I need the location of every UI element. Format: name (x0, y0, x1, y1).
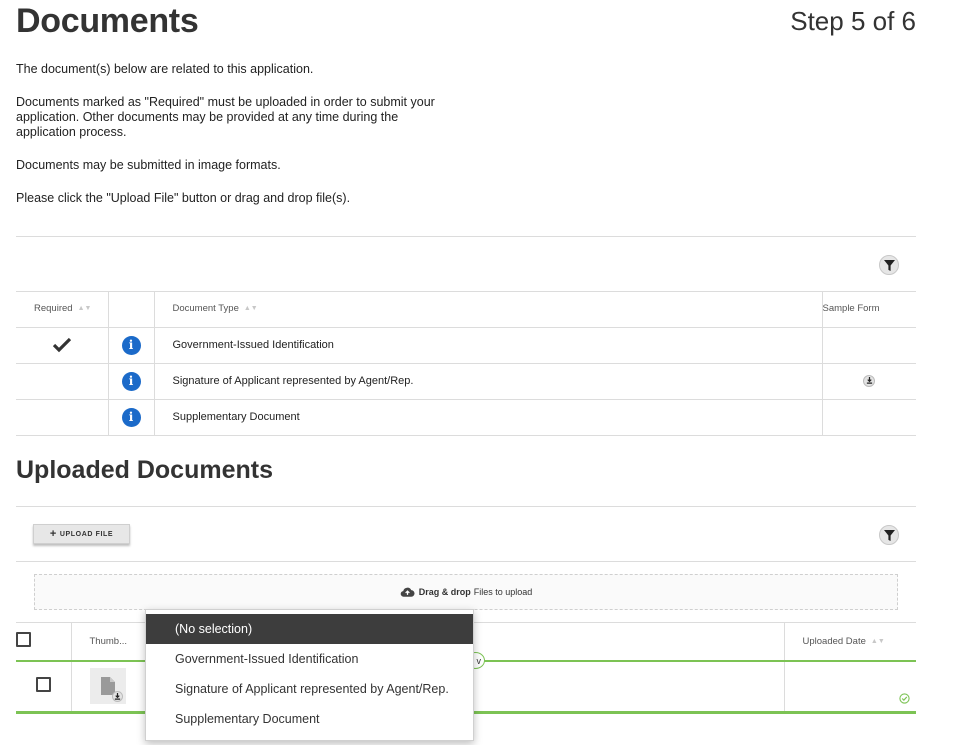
info-cell: i (108, 327, 155, 364)
document-type-dropdown[interactable]: (No selection) Government-Issued Identif… (145, 609, 474, 741)
column-info (108, 291, 155, 328)
intro-paragraph: Documents marked as "Required" must be u… (16, 95, 435, 139)
table-header-row: Required ▲▼ Document Type ▲▼ Sample Form (16, 291, 916, 328)
divider (16, 236, 916, 237)
divider (16, 561, 916, 562)
select-all-cell (16, 622, 72, 662)
dropdown-option-no-selection[interactable]: (No selection) (146, 614, 473, 644)
intro-paragraph: Documents may be submitted in image form… (16, 158, 281, 172)
sample-form-cell (822, 399, 916, 436)
sample-form-cell (822, 363, 916, 400)
info-icon[interactable]: i (121, 335, 141, 355)
info-icon[interactable]: i (121, 371, 141, 391)
intro-text: The document(s) below are related to thi… (16, 62, 456, 224)
sort-icon: ▲▼ (870, 637, 885, 645)
required-cell (16, 399, 109, 436)
document-type-cell: Government-Issued Identification (154, 327, 823, 364)
download-file-button[interactable] (111, 691, 123, 703)
dropdown-option-signature[interactable]: Signature of Applicant represented by Ag… (146, 674, 473, 704)
uploaded-documents-title: Uploaded Documents (16, 456, 273, 484)
download-icon (866, 377, 872, 384)
required-documents-table: Required ▲▼ Document Type ▲▼ Sample Form i… (16, 291, 916, 436)
required-cell (16, 363, 109, 400)
column-label: Uploaded Date (802, 635, 866, 647)
filter-icon (883, 259, 895, 271)
select-cell (16, 660, 72, 714)
filter-button[interactable] (879, 255, 899, 275)
upload-file-button[interactable]: + UPLOAD FILE (33, 524, 130, 544)
dropdown-option-supplementary[interactable]: Supplementary Document (146, 704, 473, 734)
upload-button-label: UPLOAD FILE (59, 530, 114, 538)
sort-icon: ▲▼ (243, 305, 258, 313)
filter-button[interactable] (879, 525, 899, 545)
file-thumbnail[interactable] (89, 668, 126, 705)
column-required[interactable]: Required ▲▼ (16, 291, 109, 328)
download-icon (114, 693, 120, 700)
dropdown-option-government-id[interactable]: Government-Issued Identification (146, 644, 473, 674)
document-type-cell: Signature of Applicant represented by Ag… (154, 363, 823, 400)
sort-icon: ▲▼ (77, 305, 92, 313)
dropzone-bold-text: Drag & drop (418, 587, 471, 597)
drag-drop-zone[interactable]: Drag & drop Files to upload (34, 574, 898, 610)
required-cell (16, 327, 109, 364)
intro-paragraph: Please click the "Upload File" button or… (16, 191, 351, 205)
info-icon[interactable]: i (121, 407, 141, 427)
plus-icon: + (49, 528, 57, 540)
column-document-type[interactable]: Document Type ▲▼ (154, 291, 823, 328)
page-title: Documents (16, 2, 199, 40)
table-row: i Supplementary Document (16, 399, 916, 436)
column-label: Document Type (172, 303, 239, 315)
column-sample-form: Sample Form (822, 291, 916, 328)
download-sample-button[interactable] (863, 374, 876, 387)
intro-paragraph: The document(s) below are related to thi… (16, 62, 314, 76)
table-row: i Government-Issued Identification (16, 327, 916, 364)
uploaded-date-cell (784, 660, 916, 714)
filter-icon (883, 529, 895, 541)
row-checkbox[interactable] (35, 677, 51, 693)
step-indicator: Step 5 of 6 (790, 6, 916, 36)
success-check-icon (899, 693, 910, 707)
sample-form-cell (822, 327, 916, 364)
document-type-cell: Supplementary Document (154, 399, 823, 436)
column-uploaded-date[interactable]: Uploaded Date ▲▼ (784, 622, 916, 662)
select-all-checkbox[interactable] (16, 632, 31, 648)
column-label: Required (34, 303, 73, 315)
checkmark-icon (52, 337, 71, 353)
dropzone-text: Files to upload (473, 587, 533, 597)
column-thumbnail: Thumb... (71, 622, 147, 662)
thumbnail-cell (71, 660, 147, 714)
cloud-upload-icon (400, 587, 415, 597)
info-cell: i (108, 399, 155, 436)
info-cell: i (108, 363, 155, 400)
table-row: i Signature of Applicant represented by … (16, 363, 916, 400)
divider (16, 506, 916, 507)
